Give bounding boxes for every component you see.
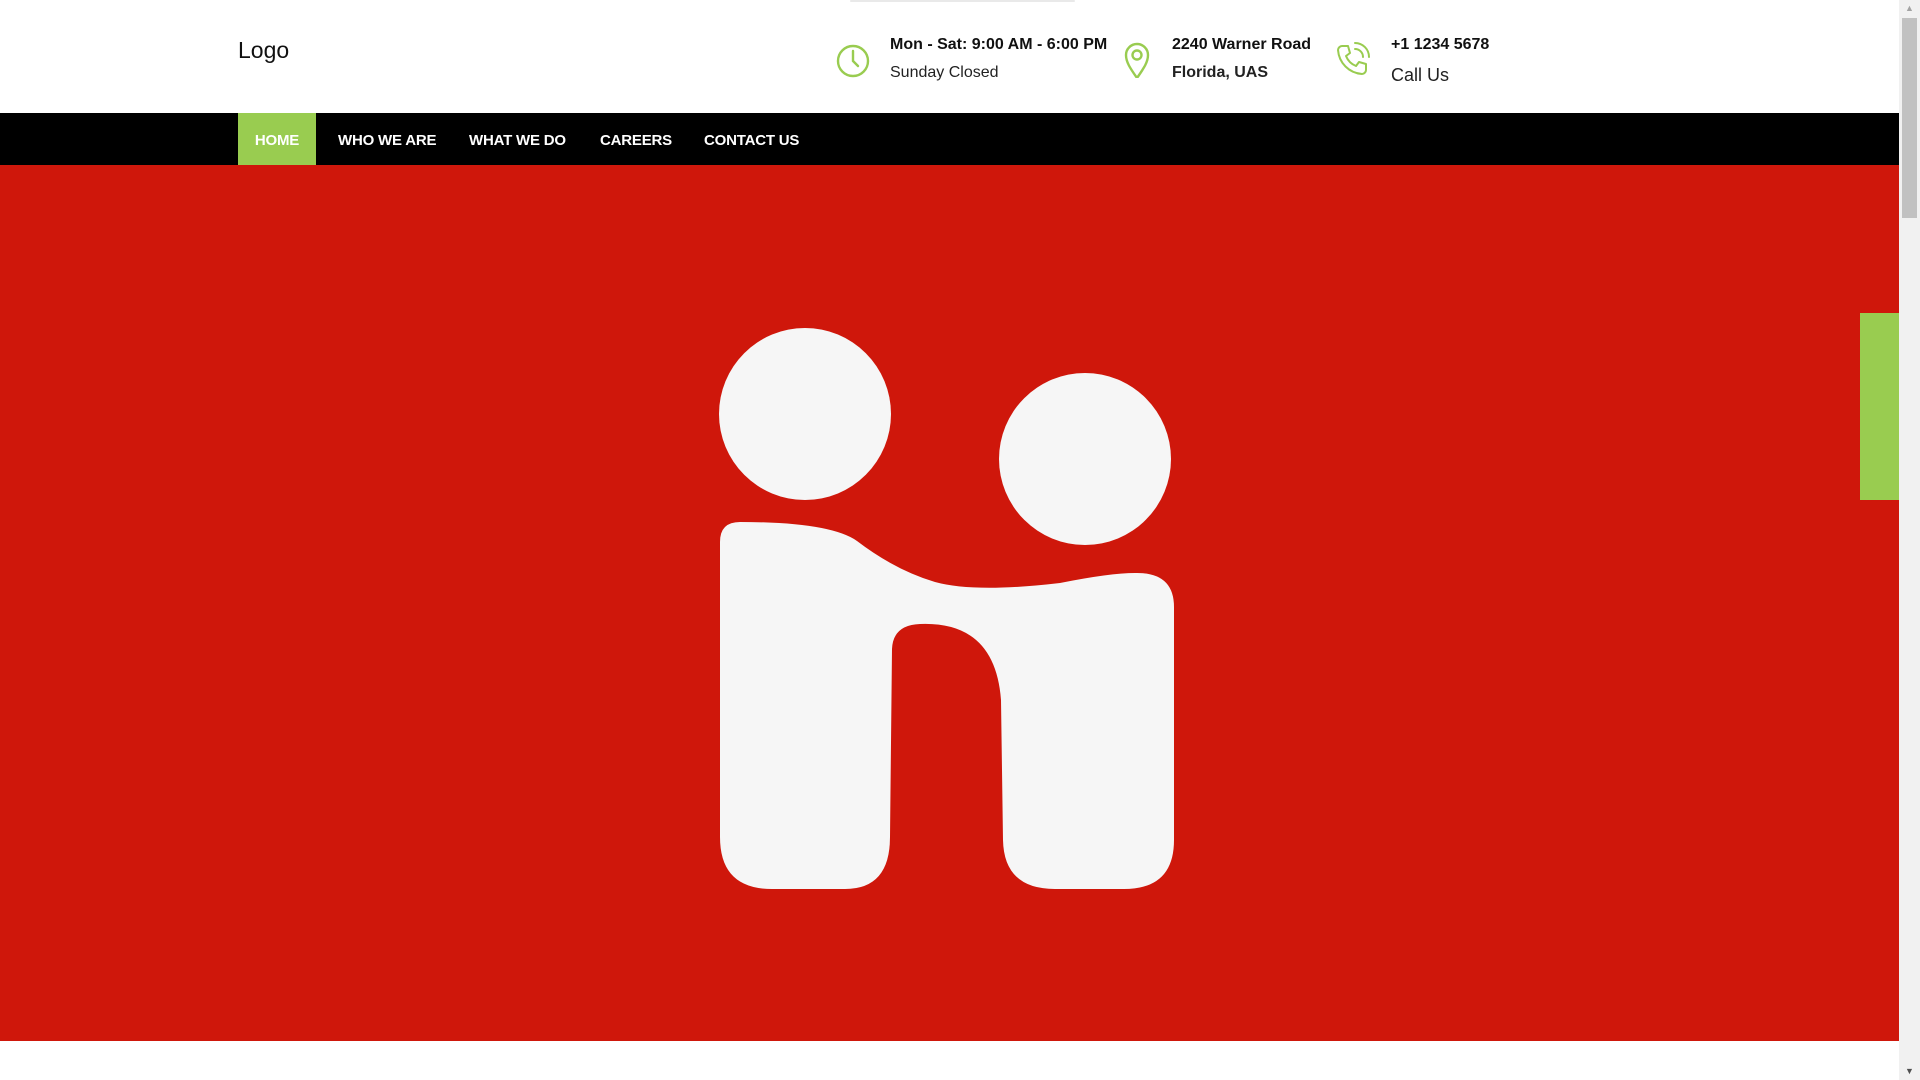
page-viewport: Logo Mon - Sat: 9:00 AM - 6:00 PM Sunday… — [0, 0, 1899, 1080]
nav-item-contact-us[interactable]: CONTACT US — [704, 113, 799, 165]
site-logo[interactable]: Logo — [238, 37, 289, 64]
top-header: Logo Mon - Sat: 9:00 AM - 6:00 PM Sunday… — [0, 0, 1899, 113]
clock-icon — [836, 44, 870, 78]
phone-icon — [1337, 42, 1370, 75]
phone-number[interactable]: +1 1234 5678 — [1391, 36, 1489, 54]
handshake-logo — [719, 328, 1174, 889]
nav-item-careers[interactable]: CAREERS — [600, 113, 672, 165]
nav-item-home[interactable]: HOME — [238, 113, 316, 165]
right-person-head — [999, 373, 1171, 545]
hours-weekdays: Mon - Sat: 9:00 AM - 6:00 PM — [890, 36, 1108, 53]
main-navigation: HOME WHO WE ARE WHAT WE DO CAREERS CONTA… — [0, 113, 1899, 165]
scrollbar-thumb[interactable] — [1902, 18, 1917, 218]
call-us-label: Call Us — [1391, 65, 1450, 85]
header-top-shadow — [850, 0, 1075, 2]
hours-sunday: Sunday Closed — [890, 64, 999, 81]
scroll-down-arrow-icon[interactable]: ▼ — [1899, 1063, 1920, 1080]
scroll-up-arrow-icon[interactable]: ▲ — [1899, 0, 1920, 17]
left-person-head — [719, 328, 891, 500]
handshake-body-shape — [720, 522, 1174, 889]
nav-item-what-we-do[interactable]: WHAT WE DO — [469, 113, 566, 165]
address-city: Florida, UAS — [1172, 64, 1269, 81]
nav-item-who-we-are[interactable]: WHO WE ARE — [338, 113, 436, 165]
address-street: 2240 Warner Road — [1172, 36, 1312, 53]
map-pin-icon — [1124, 42, 1150, 78]
page-scrollbar[interactable]: ▲ ▼ — [1899, 0, 1920, 1080]
hero-banner — [0, 165, 1899, 1041]
side-feedback-tab[interactable] — [1860, 313, 1899, 500]
